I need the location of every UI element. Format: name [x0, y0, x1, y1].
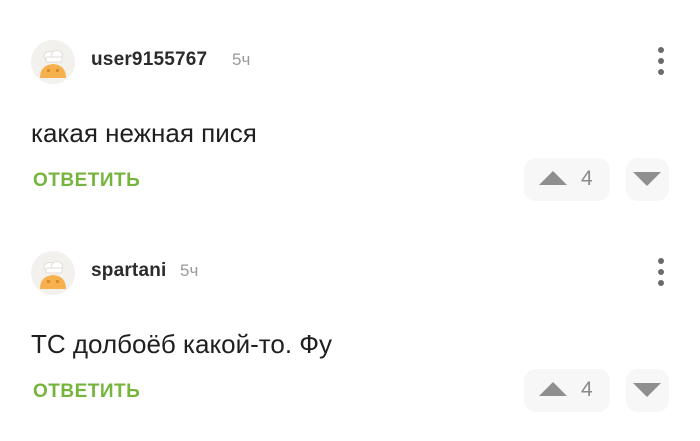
- timestamp: 5ч: [232, 50, 251, 69]
- avatar[interactable]: [31, 40, 75, 84]
- upvote-button[interactable]: 4: [524, 369, 610, 412]
- arrow-up-icon: [539, 382, 567, 396]
- reply-button[interactable]: ОТВЕТИТЬ: [33, 170, 140, 192]
- username[interactable]: spartani: [91, 260, 167, 282]
- cook-avatar-icon: [31, 251, 75, 295]
- cook-avatar-icon: [31, 40, 75, 84]
- arrow-down-icon: [633, 383, 661, 397]
- comment-text: какая нежная пися: [31, 118, 257, 148]
- timestamp: 5ч: [180, 261, 199, 280]
- comment-text: ТС долбоёб какой-то. Фу: [31, 329, 333, 359]
- reply-button[interactable]: ОТВЕТИТЬ: [33, 381, 140, 403]
- comment: spartani 5ч ТС долбоёб какой-то. Фу ОТВЕ…: [0, 211, 700, 423]
- downvote-button[interactable]: [626, 369, 669, 412]
- avatar[interactable]: [31, 251, 75, 295]
- more-vertical-icon[interactable]: [648, 44, 674, 78]
- upvote-button[interactable]: 4: [524, 158, 610, 201]
- username[interactable]: user9155767: [91, 49, 207, 71]
- rating-count: 4: [581, 378, 593, 401]
- more-vertical-icon[interactable]: [648, 255, 674, 289]
- rating-count: 4: [581, 167, 593, 190]
- downvote-button[interactable]: [626, 158, 669, 201]
- comment: user9155767 5ч какая нежная пися ОТВЕТИТ…: [0, 0, 700, 212]
- arrow-up-icon: [539, 171, 567, 185]
- arrow-down-icon: [633, 172, 661, 186]
